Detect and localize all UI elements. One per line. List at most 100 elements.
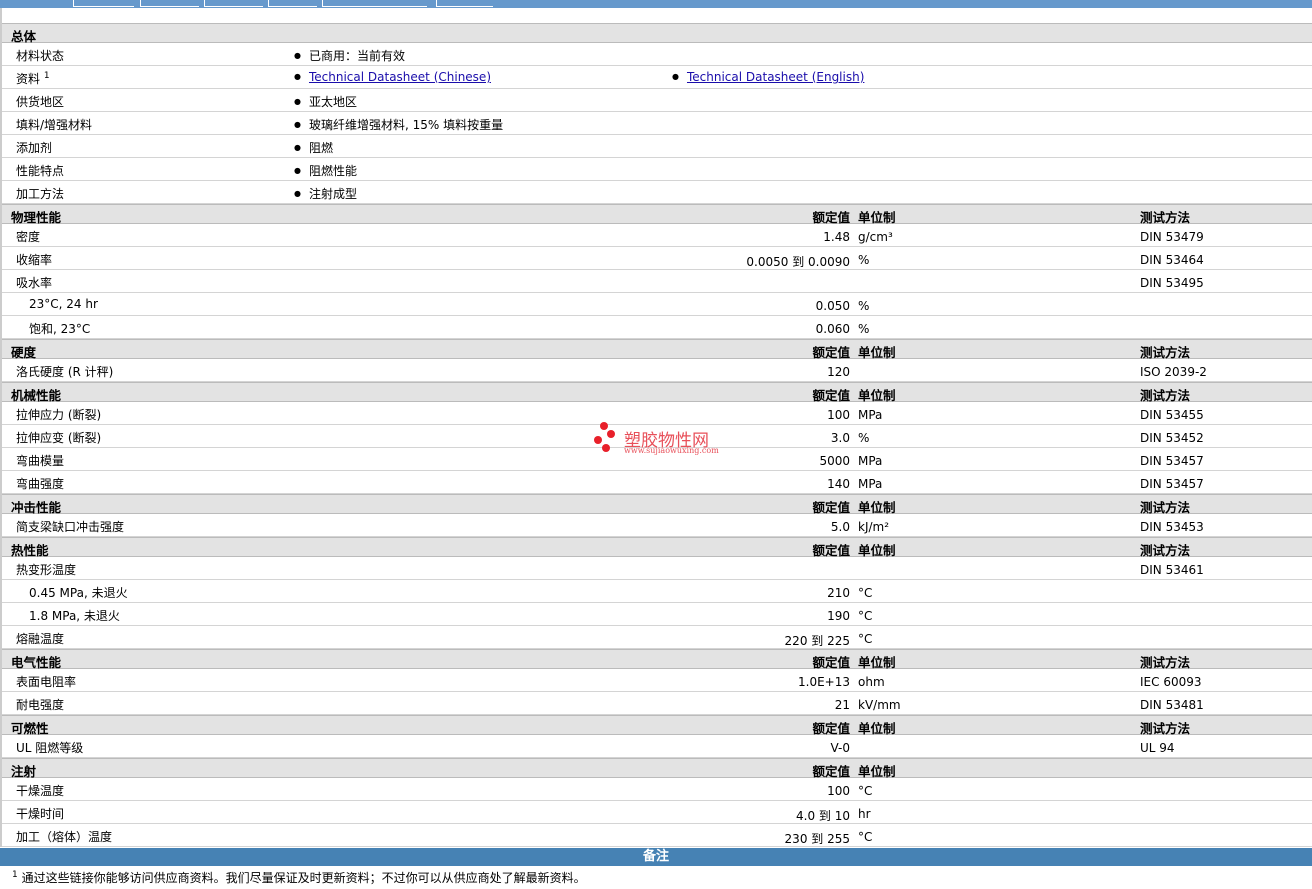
property-name: 表面电阻率 (16, 675, 77, 689)
property-name: 密度 (16, 230, 41, 244)
test-method: DIN 53457 (1140, 454, 1204, 468)
nav-tab[interactable] (436, 0, 493, 7)
property-name: UL 阻燃等级 (16, 741, 84, 755)
test-method: IEC 60093 (1140, 675, 1202, 689)
property-value: 1.48 (823, 230, 850, 244)
link-item: Technical Datasheet (Chinese) (294, 70, 491, 84)
property-name: 拉伸应力 (断裂) (16, 408, 102, 422)
property-unit: °C (858, 830, 873, 844)
nav-tab[interactable] (204, 0, 263, 7)
property-row: 填料/增强材料 玻璃纤维增强材料, 15% 填料按重量 (2, 112, 1312, 135)
footnote: 1 通过这些链接你能够访问供应商资料。我们尽量保证及时更新资料；不过你可以从供应… (12, 870, 586, 885)
property-row: 热变形温度 DIN 53461 (2, 557, 1312, 580)
test-method: DIN 53481 (1140, 698, 1204, 712)
section-header: 电气性能 额定值 单位制 测试方法 (2, 649, 1312, 670)
datasheet-link[interactable]: Technical Datasheet (English) (687, 70, 864, 84)
property-value: 190 (827, 609, 850, 623)
top-nav-bar (0, 0, 1312, 8)
property-row: 0.45 MPa, 未退火 210 °C (2, 580, 1312, 603)
property-label: 供货地区 (16, 95, 65, 109)
test-method: DIN 53452 (1140, 431, 1204, 445)
property-value: 0.060 (815, 322, 850, 336)
property-label: 填料/增强材料 (16, 118, 93, 132)
property-name: 性能特点 (16, 162, 64, 179)
property-unit: % (858, 299, 870, 313)
property-name: 拉伸应变 (断裂) (16, 431, 102, 445)
test-method: DIN 53464 (1140, 253, 1204, 267)
property-unit: g/cm³ (858, 230, 893, 244)
property-row: 表面电阻率 1.0E+13 ohm IEC 60093 (2, 669, 1312, 692)
nav-tab[interactable] (268, 0, 317, 7)
property-row: 熔融温度 220 到 225 °C (2, 626, 1312, 649)
property-value: 5.0 (830, 520, 850, 534)
property-row: 1.8 MPa, 未退火 190 °C (2, 603, 1312, 626)
nav-tab[interactable] (73, 0, 134, 7)
nav-tab[interactable] (140, 0, 199, 7)
test-method: DIN 53461 (1140, 563, 1204, 577)
notes-header: 备注 (0, 848, 1312, 866)
property-row: 收缩率 0.0050 到 0.0090% DIN 53464 (2, 247, 1312, 270)
property-value: 220 到 225 (784, 634, 850, 648)
property-unit: ohm (858, 675, 885, 689)
nav-tab[interactable] (322, 0, 427, 7)
property-value: 3.0 (830, 431, 850, 445)
property-name: 热变形温度 (16, 563, 77, 577)
property-name: 供货地区 (16, 93, 64, 110)
property-name: 弯曲强度 (16, 477, 65, 491)
property-row: UL 阻燃等级 V-0 UL 94 (2, 735, 1312, 758)
property-row: 简支梁缺口冲击强度 5.0 kJ/m² DIN 53453 (2, 514, 1312, 537)
property-row: 性能特点 阻燃性能 (2, 158, 1312, 181)
property-value: V-0 (830, 741, 850, 755)
property-value: 玻璃纤维增强材料, 15% 填料按重量 (294, 116, 503, 133)
property-row: 耐电强度 21 kV/mm DIN 53481 (2, 692, 1312, 715)
property-name: 材料状态 (16, 47, 64, 64)
property-name: 饱和, 23°C (29, 322, 91, 336)
property-name: 弯曲模量 (16, 454, 65, 468)
property-value: 230 到 255 (784, 832, 850, 846)
property-unit: % (858, 253, 870, 267)
property-label: 材料状态 (16, 49, 65, 63)
property-unit: °C (858, 609, 873, 623)
section-header: 热性能 额定值 单位制 测试方法 (2, 537, 1312, 558)
property-value: 100 (827, 408, 850, 422)
property-name: 洛氏硬度 (R 计秤) (16, 365, 114, 379)
property-value: 120 (827, 365, 850, 379)
property-value: 已商用：当前有效 (294, 47, 405, 64)
property-value: 4.0 到 10 (796, 809, 850, 823)
property-unit: kJ/m² (858, 520, 890, 534)
property-unit: hr (858, 807, 871, 821)
section-header: 硬度 额定值 单位制 测试方法 (2, 339, 1312, 360)
property-label: 性能特点 (16, 164, 65, 178)
datasheet-link[interactable]: Technical Datasheet (Chinese) (309, 70, 491, 84)
test-method: DIN 53479 (1140, 230, 1204, 244)
property-value: 1.0E+13 (798, 675, 850, 689)
property-row: 加工（熔体）温度 230 到 255 °C (2, 824, 1312, 847)
property-value: 阻燃 (294, 139, 333, 156)
property-row: 干燥温度 100 °C (2, 778, 1312, 801)
property-label: 添加剂 (16, 141, 53, 155)
property-value: 亚太地区 (294, 93, 357, 110)
property-row: 密度 1.48 g/cm³ DIN 53479 (2, 224, 1312, 247)
property-name: 加工（熔体）温度 (16, 830, 113, 844)
property-value: 100 (827, 784, 850, 798)
property-unit: kV/mm (858, 698, 901, 712)
property-value: 0.0050 到 0.0090 (746, 255, 850, 269)
section-header-general: 总体 (2, 23, 1312, 44)
property-value: 140 (827, 477, 850, 491)
property-name: 0.45 MPa, 未退火 (29, 586, 128, 600)
property-unit: °C (858, 586, 873, 600)
property-value: 21 (834, 698, 850, 712)
property-unit: MPa (858, 477, 883, 491)
property-name: 23°C, 24 hr (29, 297, 98, 311)
property-name: 吸水率 (16, 276, 53, 290)
property-unit: MPa (858, 454, 883, 468)
property-name: 干燥温度 (16, 784, 65, 798)
property-name: 加工方法 (16, 185, 64, 202)
property-name: 干燥时间 (16, 807, 65, 821)
test-method: DIN 53455 (1140, 408, 1204, 422)
property-row: 加工方法 注射成型 (2, 181, 1312, 204)
property-row: 供货地区 亚太地区 (2, 89, 1312, 112)
property-row: 添加剂 阻燃 (2, 135, 1312, 158)
property-value: 注射成型 (294, 185, 357, 202)
property-name: 耐电强度 (16, 698, 65, 712)
